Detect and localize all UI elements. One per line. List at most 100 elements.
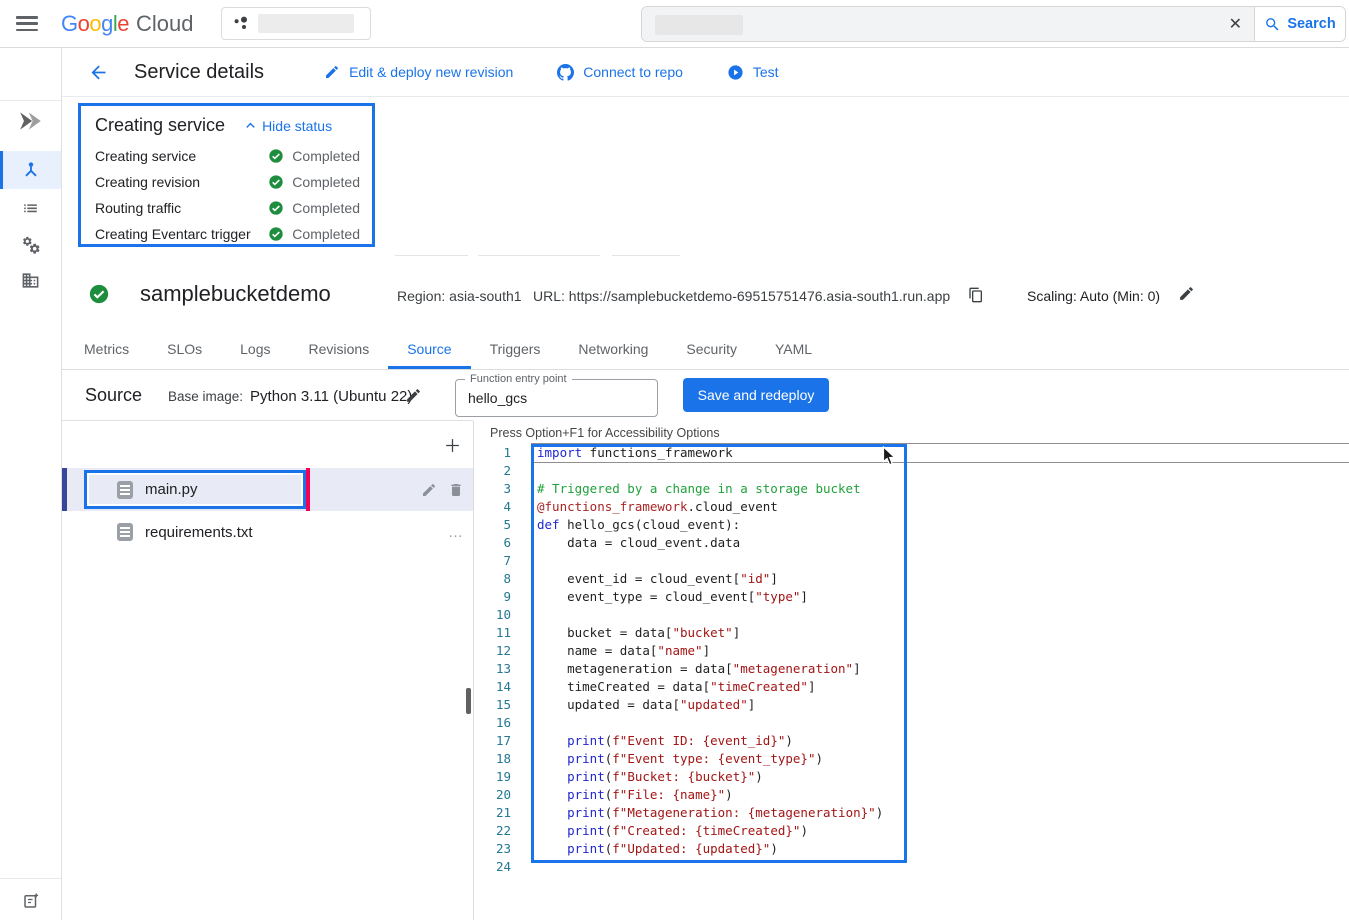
code-line-7[interactable]: 7 xyxy=(474,552,1349,570)
test-button[interactable]: Test xyxy=(727,64,779,81)
sidebar-item-services[interactable] xyxy=(0,151,61,189)
code-line-15[interactable]: 15 updated = data["updated"] xyxy=(474,696,1349,714)
sidebar-item-release-notes[interactable] xyxy=(0,882,61,920)
file-name: main.py xyxy=(145,481,198,498)
line-number: 1 xyxy=(474,444,511,462)
cloud-run-logo-icon xyxy=(18,108,44,134)
action-label: Test xyxy=(753,64,779,80)
hide-status-button[interactable]: Hide status xyxy=(242,117,332,134)
line-number: 14 xyxy=(474,678,511,696)
file-annotation-box: main.py xyxy=(84,470,306,509)
action-label: Edit & deploy new revision xyxy=(349,64,513,80)
url-value[interactable]: https://samplebucketdemo-69515751476.asi… xyxy=(569,288,950,304)
line-number: 24 xyxy=(474,858,511,876)
sidebar-item-organization[interactable] xyxy=(0,261,61,299)
line-number: 13 xyxy=(474,660,511,678)
sidebar-divider xyxy=(0,100,61,101)
code-line-3[interactable]: 3# Triggered by a change in a storage bu… xyxy=(474,480,1349,498)
tab-security[interactable]: Security xyxy=(667,330,756,369)
tab-logs[interactable]: Logs xyxy=(221,330,289,369)
code-editor[interactable]: Press Option+F1 for Accessibility Option… xyxy=(474,421,1349,920)
selected-file-indicator xyxy=(62,468,67,511)
step-status: Completed xyxy=(292,148,360,164)
function-entry-point-label: Function entry point xyxy=(465,373,572,385)
code-line-16[interactable]: 16 xyxy=(474,714,1349,732)
line-number: 16 xyxy=(474,714,511,732)
file-row-requirements-txt[interactable]: requirements.txt … xyxy=(62,511,473,553)
list-icon xyxy=(21,198,40,217)
base-image-value: Python 3.11 (Ubuntu 22) xyxy=(250,388,412,405)
status-step-row: Creating Eventarc triggerCompleted xyxy=(93,221,362,247)
code-line-8[interactable]: 8 event_id = cloud_event["id"] xyxy=(474,570,1349,588)
step-status: Completed xyxy=(292,200,360,216)
search-input[interactable]: ✕ xyxy=(642,7,1254,41)
code-line-14[interactable]: 14 timeCreated = data["timeCreated"] xyxy=(474,678,1349,696)
panel-resize-handle[interactable] xyxy=(466,688,471,714)
code-line-20[interactable]: 20 print(f"File: {name}") xyxy=(474,786,1349,804)
tab-triggers[interactable]: Triggers xyxy=(471,330,560,369)
sidebar-item-integrations[interactable] xyxy=(0,226,61,264)
file-more-options-icon[interactable]: … xyxy=(448,524,464,541)
sidebar-item-jobs[interactable] xyxy=(0,188,61,226)
tab-metrics[interactable]: Metrics xyxy=(65,330,148,369)
line-number: 10 xyxy=(474,606,511,624)
copy-url-icon[interactable] xyxy=(968,287,984,303)
file-row-main-py[interactable]: main.py xyxy=(62,468,473,511)
code-line-5[interactable]: 5def hello_gcs(cloud_event): xyxy=(474,516,1349,534)
status-panel-title: Creating service xyxy=(95,115,225,136)
search-button[interactable]: Search xyxy=(1254,7,1345,41)
tab-networking[interactable]: Networking xyxy=(559,330,667,369)
code-line-12[interactable]: 12 name = data["name"] xyxy=(474,642,1349,660)
search-button-label: Search xyxy=(1287,16,1335,32)
code-line-23[interactable]: 23 print(f"Updated: {updated}") xyxy=(474,840,1349,858)
code-line-18[interactable]: 18 print(f"Event type: {event_type}") xyxy=(474,750,1349,768)
edit-deploy-revision-button[interactable]: Edit & deploy new revision xyxy=(324,64,513,81)
service-scaling: Scaling: Auto (Min: 0) xyxy=(1027,288,1160,304)
code-line-1[interactable]: 1import functions_framework xyxy=(474,444,1349,462)
line-number: 5 xyxy=(474,516,511,534)
tab-source[interactable]: Source xyxy=(388,330,470,369)
edit-scaling-pencil-icon[interactable] xyxy=(1178,285,1195,302)
line-number: 11 xyxy=(474,624,511,642)
line-number: 22 xyxy=(474,822,511,840)
google-cloud-logo[interactable]: Google Cloud xyxy=(61,11,194,37)
search-bar: ✕ Search xyxy=(641,6,1346,42)
connect-to-repo-button[interactable]: Connect to repo xyxy=(557,64,683,81)
project-selector[interactable] xyxy=(221,7,371,40)
function-entry-point-input[interactable] xyxy=(456,380,657,416)
chevron-up-icon xyxy=(242,117,259,134)
code-line-11[interactable]: 11 bucket = data["bucket"] xyxy=(474,624,1349,642)
line-number: 6 xyxy=(474,534,511,552)
code-line-17[interactable]: 17 print(f"Event ID: {event_id}") xyxy=(474,732,1349,750)
clear-search-icon[interactable]: ✕ xyxy=(1229,14,1242,34)
tab-yaml[interactable]: YAML xyxy=(756,330,831,369)
code-line-24[interactable]: 24 xyxy=(474,858,1349,876)
line-number: 3 xyxy=(474,480,511,498)
code-line-4[interactable]: 4@functions_framework.cloud_event xyxy=(474,498,1349,516)
code-line-21[interactable]: 21 print(f"Metageneration: {metagenerati… xyxy=(474,804,1349,822)
ghost-artifact xyxy=(612,255,680,256)
edit-base-image-pencil-icon[interactable] xyxy=(405,387,422,404)
tab-revisions[interactable]: Revisions xyxy=(290,330,389,369)
save-and-redeploy-button[interactable]: Save and redeploy xyxy=(683,378,829,412)
code-line-10[interactable]: 10 xyxy=(474,606,1349,624)
code-line-13[interactable]: 13 metageneration = data["metageneration… xyxy=(474,660,1349,678)
line-number: 21 xyxy=(474,804,511,822)
service-name: samplebucketdemo xyxy=(140,281,331,307)
step-status: Completed xyxy=(292,226,360,242)
code-line-22[interactable]: 22 print(f"Created: {timeCreated}") xyxy=(474,822,1349,840)
menu-icon[interactable] xyxy=(16,16,38,31)
code-line-19[interactable]: 19 print(f"Bucket: {bucket}") xyxy=(474,768,1349,786)
line-number: 8 xyxy=(474,570,511,588)
rename-file-pencil-icon[interactable] xyxy=(421,482,437,498)
back-arrow-icon[interactable] xyxy=(88,62,109,83)
pencil-icon xyxy=(324,64,340,80)
code-line-2[interactable]: 2 xyxy=(474,462,1349,480)
tab-slos[interactable]: SLOs xyxy=(148,330,221,369)
code-line-6[interactable]: 6 data = cloud_event.data xyxy=(474,534,1349,552)
code-line-9[interactable]: 9 event_type = cloud_event["type"] xyxy=(474,588,1349,606)
delete-file-trash-icon[interactable] xyxy=(448,482,464,498)
hide-status-label: Hide status xyxy=(262,118,332,134)
building-icon xyxy=(21,271,40,290)
add-file-plus-icon[interactable] xyxy=(443,436,462,455)
